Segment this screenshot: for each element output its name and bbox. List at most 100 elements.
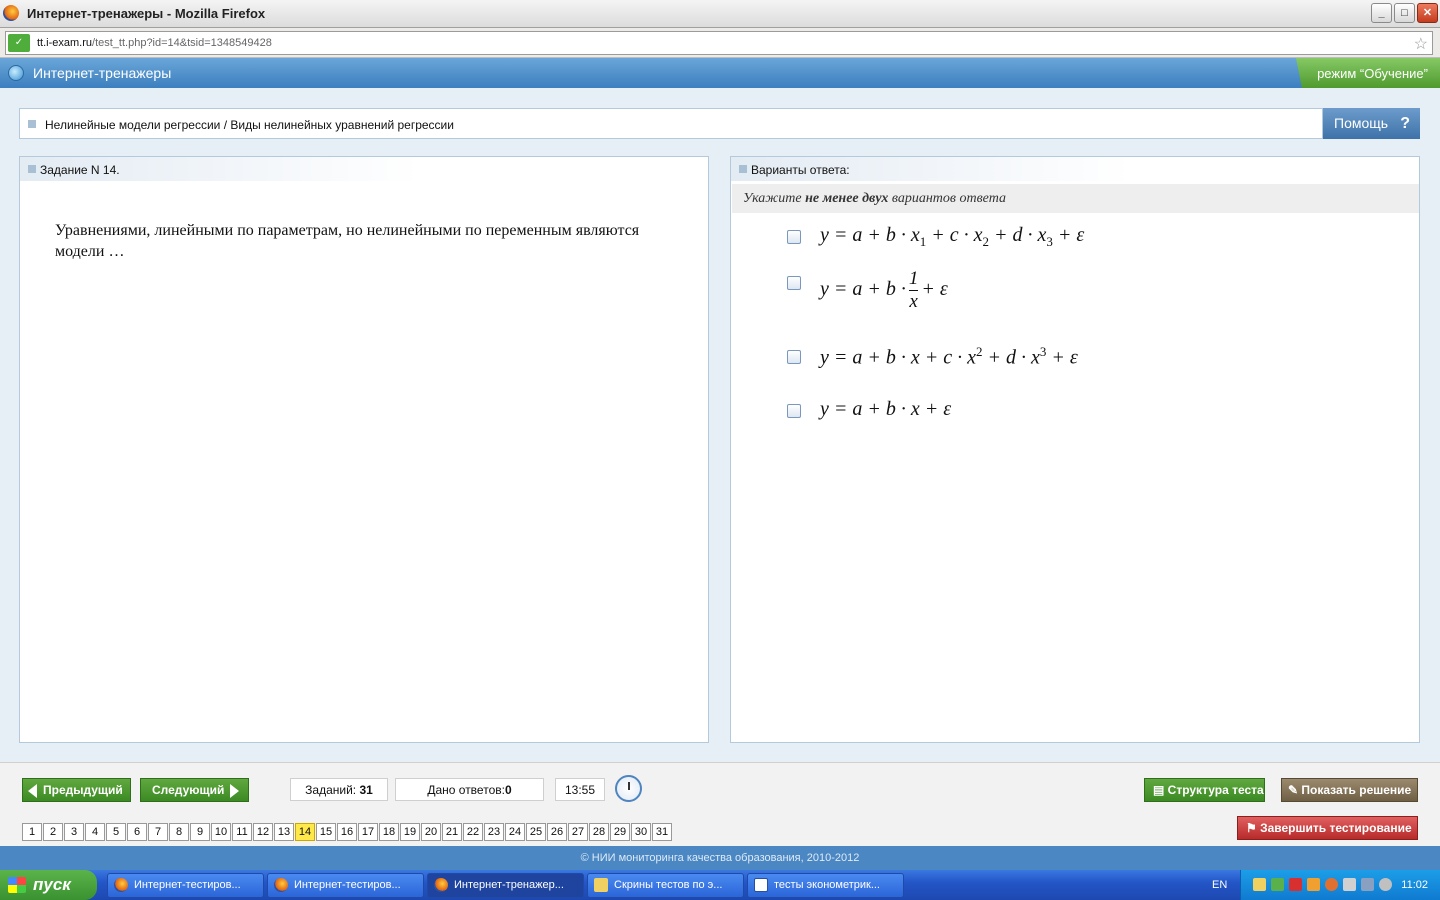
question-number-button[interactable]: 1: [22, 823, 42, 841]
question-number-button[interactable]: 21: [442, 823, 462, 841]
question-number-button[interactable]: 11: [232, 823, 252, 841]
show-solution-button[interactable]: ✎ Показать решение: [1281, 778, 1418, 802]
tray-network-icon[interactable]: [1271, 878, 1284, 891]
bullet-square-icon: [28, 120, 36, 128]
question-number-button[interactable]: 25: [526, 823, 546, 841]
site-identity-icon[interactable]: ✓: [8, 34, 30, 52]
finish-test-button[interactable]: ⚑ Завершить тестирование: [1237, 816, 1418, 840]
taskbar-item-label: Интернет-тренажер...: [454, 879, 564, 891]
next-label: Следующий: [152, 783, 225, 797]
bullet-square-icon: [739, 165, 747, 173]
question-number-button[interactable]: 27: [568, 823, 588, 841]
tray-update-icon[interactable]: [1307, 878, 1320, 891]
app-header: Интернет-тренажеры: [0, 58, 1440, 88]
runner-icon: ⚑: [1246, 821, 1261, 835]
taskbar-item-label: Интернет-тестиров...: [134, 879, 241, 891]
answer-checkbox[interactable]: [787, 276, 801, 290]
previous-label: Предыдущий: [43, 783, 123, 797]
firefox-icon: [3, 5, 19, 21]
tray-display-icon[interactable]: [1361, 878, 1374, 891]
question-number-button[interactable]: 18: [379, 823, 399, 841]
answer-checkbox[interactable]: [787, 404, 801, 418]
question-number-button[interactable]: 10: [211, 823, 231, 841]
question-number-button[interactable]: 3: [64, 823, 84, 841]
question-number-button[interactable]: 6: [127, 823, 147, 841]
question-number-button[interactable]: 22: [463, 823, 483, 841]
question-number-button[interactable]: 2: [43, 823, 63, 841]
taskbar-item[interactable]: Интернет-тестиров...: [107, 873, 264, 898]
answer-checkbox[interactable]: [787, 230, 801, 244]
question-number-button[interactable]: 24: [505, 823, 525, 841]
windows-logo-icon: [8, 877, 26, 893]
question-text: Уравнениями, линейными по параметрам, но…: [55, 222, 640, 260]
question-number-button[interactable]: 7: [148, 823, 168, 841]
tray-app-icon[interactable]: [1253, 878, 1266, 891]
system-clock[interactable]: 11:02: [1401, 879, 1428, 891]
url-domain: tt.i-exam.ru: [37, 37, 93, 49]
start-button[interactable]: пуск: [0, 870, 97, 900]
question-number-button[interactable]: 5: [106, 823, 126, 841]
test-structure-button[interactable]: ▤ Структура теста: [1144, 778, 1265, 802]
instruction-bold: не менее двух: [805, 191, 889, 206]
question-number-button[interactable]: 26: [547, 823, 567, 841]
question-number-button[interactable]: 13: [274, 823, 294, 841]
navigation-bar: ✓ tt.i-exam.ru/test_tt.php?id=14&tsid=13…: [0, 28, 1440, 58]
url-text[interactable]: tt.i-exam.ru/test_tt.php?id=14&tsid=1348…: [37, 37, 272, 49]
question-number-button[interactable]: 15: [316, 823, 336, 841]
windows-taskbar: пуск Интернет-тестиров... Интернет-тести…: [0, 870, 1440, 900]
question-number-button[interactable]: 17: [358, 823, 378, 841]
question-number-button[interactable]: 9: [190, 823, 210, 841]
language-indicator[interactable]: EN: [1212, 879, 1227, 891]
previous-button[interactable]: Предыдущий: [22, 778, 131, 802]
question-number-button[interactable]: 20: [421, 823, 441, 841]
question-number-button[interactable]: 23: [484, 823, 504, 841]
question-number-button[interactable]: 19: [400, 823, 420, 841]
timer: 13:55: [555, 778, 605, 801]
tray-volume-icon[interactable]: [1343, 878, 1356, 891]
main-content: Нелинейные модели регрессии / Виды нелин…: [0, 88, 1440, 846]
question-number-button[interactable]: 12: [253, 823, 273, 841]
help-button[interactable]: Помощь ?: [1323, 108, 1420, 139]
tray-help-icon[interactable]: [1379, 878, 1392, 891]
close-button[interactable]: ✕: [1417, 3, 1438, 23]
firefox-icon: [274, 878, 288, 892]
taskbar-item[interactable]: тесты эконометрик...: [747, 873, 904, 898]
book-icon: ✎: [1288, 783, 1302, 797]
next-button[interactable]: Следующий: [140, 778, 249, 802]
answer-checkbox[interactable]: [787, 350, 801, 364]
formula: y = a + b · x + c · x2 + d · x3 + ε: [820, 344, 1078, 369]
globe-icon: [8, 65, 24, 81]
instruction-pre: Укажите: [743, 191, 806, 206]
answer-instruction: Укажите не менее двух вариантов ответа: [732, 184, 1419, 213]
minimize-button[interactable]: _: [1371, 3, 1392, 23]
tasks-count: 31: [359, 783, 373, 797]
tasks-label: Заданий:: [305, 783, 357, 797]
taskbar-item-label: тесты эконометрик...: [774, 879, 880, 891]
tray-pdf-icon[interactable]: [1289, 878, 1302, 891]
app-title: Интернет-тренажеры: [33, 65, 172, 81]
maximize-button[interactable]: □: [1394, 3, 1415, 23]
question-number-button[interactable]: 16: [337, 823, 357, 841]
question-number-button[interactable]: 14: [295, 823, 315, 841]
taskbar-item-active[interactable]: Интернет-тренажер...: [427, 873, 584, 898]
answers-count-box: Дано ответов:0: [395, 778, 544, 801]
tray-browser-icon[interactable]: [1325, 878, 1338, 891]
question-number-button[interactable]: 31: [652, 823, 672, 841]
bookmark-star-icon[interactable]: ☆: [1414, 34, 1428, 54]
question-number-button[interactable]: 8: [169, 823, 189, 841]
taskbar-item[interactable]: Интернет-тестиров...: [267, 873, 424, 898]
breadcrumb: Нелинейные модели регрессии / Виды нелин…: [19, 108, 1323, 139]
question-number-button[interactable]: 29: [610, 823, 630, 841]
address-bar[interactable]: ✓ tt.i-exam.ru/test_tt.php?id=14&tsid=13…: [5, 31, 1433, 55]
structure-label: Структура теста: [1167, 783, 1264, 797]
start-label: пуск: [33, 875, 71, 894]
folder-icon: [594, 878, 608, 892]
question-number-button[interactable]: 28: [589, 823, 609, 841]
word-document-icon: [754, 878, 768, 892]
question-number-button[interactable]: 4: [85, 823, 105, 841]
taskbar-item[interactable]: Скрины тестов по э...: [587, 873, 744, 898]
question-number-button[interactable]: 30: [631, 823, 651, 841]
instruction-post: вариантов ответа: [888, 191, 1006, 206]
clock-icon: [615, 775, 642, 802]
firefox-icon: [434, 878, 448, 892]
